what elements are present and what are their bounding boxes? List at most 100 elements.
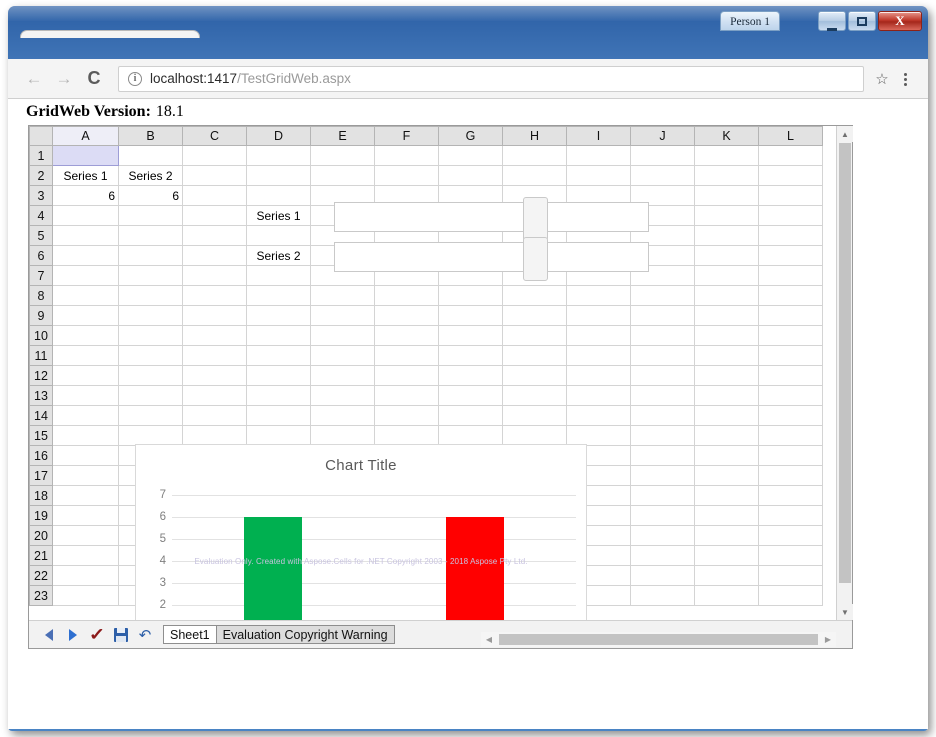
column-header-l[interactable]: L — [758, 126, 823, 146]
grid-cell-l17[interactable] — [758, 465, 823, 486]
grid-cell-g1[interactable] — [438, 145, 503, 166]
grid-cell-f8[interactable] — [374, 285, 439, 306]
grid-cell-j18[interactable] — [630, 485, 695, 506]
info-icon[interactable]: i — [128, 71, 142, 86]
next-sheet-button[interactable] — [61, 624, 85, 646]
grid-cell-j13[interactable] — [630, 385, 695, 406]
grid-cell-b9[interactable] — [118, 305, 183, 326]
grid-cell-e1[interactable] — [310, 145, 375, 166]
row-header-21[interactable]: 21 — [29, 545, 53, 566]
row-header-18[interactable]: 18 — [29, 485, 53, 506]
grid-cell-j1[interactable] — [630, 145, 695, 166]
maximize-button[interactable] — [848, 11, 876, 31]
grid-vertical-scrollbar[interactable]: ▲ ▼ — [836, 126, 853, 620]
grid-cell-e14[interactable] — [310, 405, 375, 426]
grid-cell-g15[interactable] — [438, 425, 503, 446]
grid-cell-h13[interactable] — [502, 385, 567, 406]
grid-cell-b13[interactable] — [118, 385, 183, 406]
grid-cell-c1[interactable] — [182, 145, 247, 166]
grid-cell-j12[interactable] — [630, 365, 695, 386]
grid-cell-k14[interactable] — [694, 405, 759, 426]
grid-cell-k21[interactable] — [694, 545, 759, 566]
grid-cell-c10[interactable] — [182, 325, 247, 346]
grid-cell-i13[interactable] — [566, 385, 631, 406]
grid-cell-l8[interactable] — [758, 285, 823, 306]
grid-cell-l21[interactable] — [758, 545, 823, 566]
row-header-11[interactable]: 11 — [29, 345, 53, 366]
grid-cell-c12[interactable] — [182, 365, 247, 386]
bookmark-star-icon[interactable]: ☆ — [870, 70, 894, 88]
grid-cell-k23[interactable] — [694, 585, 759, 606]
sheet-tab-sheet1[interactable]: Sheet1 — [163, 625, 217, 644]
grid-cell-c13[interactable] — [182, 385, 247, 406]
grid-cell-a2[interactable]: Series 1 — [52, 165, 119, 186]
grid-cell-e9[interactable] — [310, 305, 375, 326]
grid-cell-f14[interactable] — [374, 405, 439, 426]
reload-icon[interactable]: C — [80, 65, 108, 93]
grid-cell-c2[interactable] — [182, 165, 247, 186]
scrollbar-control-series-2[interactable] — [334, 237, 649, 281]
grid-cell-g14[interactable] — [438, 405, 503, 426]
grid-cell-f10[interactable] — [374, 325, 439, 346]
grid-cell-k15[interactable] — [694, 425, 759, 446]
grid-cell-d11[interactable] — [246, 345, 311, 366]
grid-cell-k12[interactable] — [694, 365, 759, 386]
row-header-5[interactable]: 5 — [29, 225, 53, 246]
grid-cell-k11[interactable] — [694, 345, 759, 366]
grid-cell-c7[interactable] — [182, 265, 247, 286]
grid-cell-l9[interactable] — [758, 305, 823, 326]
row-header-8[interactable]: 8 — [29, 285, 53, 306]
grid-cell-a16[interactable] — [52, 445, 119, 466]
scroll-down-icon[interactable]: ▼ — [837, 604, 853, 620]
grid-cell-b1[interactable] — [118, 145, 183, 166]
grid-cell-h11[interactable] — [502, 345, 567, 366]
grid-cell-k19[interactable] — [694, 505, 759, 526]
grid-cell-e13[interactable] — [310, 385, 375, 406]
grid-cell-l4[interactable] — [758, 205, 823, 226]
grid-cell-d10[interactable] — [246, 325, 311, 346]
grid-cell-f11[interactable] — [374, 345, 439, 366]
column-header-b[interactable]: B — [118, 126, 183, 146]
grid-cell-c6[interactable] — [182, 245, 247, 266]
grid-cell-i1[interactable] — [566, 145, 631, 166]
grid-cell-h1[interactable] — [502, 145, 567, 166]
grid-cell-a14[interactable] — [52, 405, 119, 426]
chart-object[interactable]: Chart Title 01234567Series 1Series 2 Eva… — [135, 444, 587, 620]
close-icon[interactable]: × — [177, 38, 193, 39]
grid-cell-d14[interactable] — [246, 405, 311, 426]
grid-cell-l11[interactable] — [758, 345, 823, 366]
grid-cell-c4[interactable] — [182, 205, 247, 226]
grid-cell-k13[interactable] — [694, 385, 759, 406]
grid-cell-l18[interactable] — [758, 485, 823, 506]
horizontal-scroll-thumb[interactable] — [499, 634, 818, 645]
grid-cell-a11[interactable] — [52, 345, 119, 366]
grid-cell-a18[interactable] — [52, 485, 119, 506]
grid-cell-d7[interactable] — [246, 265, 311, 286]
grid-cell-l16[interactable] — [758, 445, 823, 466]
grid-cell-d2[interactable] — [246, 165, 311, 186]
grid-cell-l3[interactable] — [758, 185, 823, 206]
grid-cell-i9[interactable] — [566, 305, 631, 326]
submit-button[interactable]: ✓ — [85, 624, 109, 646]
grid-cell-l10[interactable] — [758, 325, 823, 346]
grid-cell-b14[interactable] — [118, 405, 183, 426]
grid-cell-b12[interactable] — [118, 365, 183, 386]
grid-cell-j19[interactable] — [630, 505, 695, 526]
scroll-right-icon[interactable]: ▶ — [820, 635, 836, 644]
grid-cell-a20[interactable] — [52, 525, 119, 546]
grid-cell-f1[interactable] — [374, 145, 439, 166]
grid-cell-l12[interactable] — [758, 365, 823, 386]
row-header-4[interactable]: 4 — [29, 205, 53, 226]
grid-cell-a6[interactable] — [52, 245, 119, 266]
grid-cell-a12[interactable] — [52, 365, 119, 386]
grid-cell-b2[interactable]: Series 2 — [118, 165, 183, 186]
grid-cell-i12[interactable] — [566, 365, 631, 386]
row-header-23[interactable]: 23 — [29, 585, 53, 606]
grid-cell-h9[interactable] — [502, 305, 567, 326]
grid-cell-g11[interactable] — [438, 345, 503, 366]
row-header-1[interactable]: 1 — [29, 145, 53, 166]
row-header-2[interactable]: 2 — [29, 165, 53, 186]
grid-cell-j11[interactable] — [630, 345, 695, 366]
row-header-19[interactable]: 19 — [29, 505, 53, 526]
grid-cell-c15[interactable] — [182, 425, 247, 446]
